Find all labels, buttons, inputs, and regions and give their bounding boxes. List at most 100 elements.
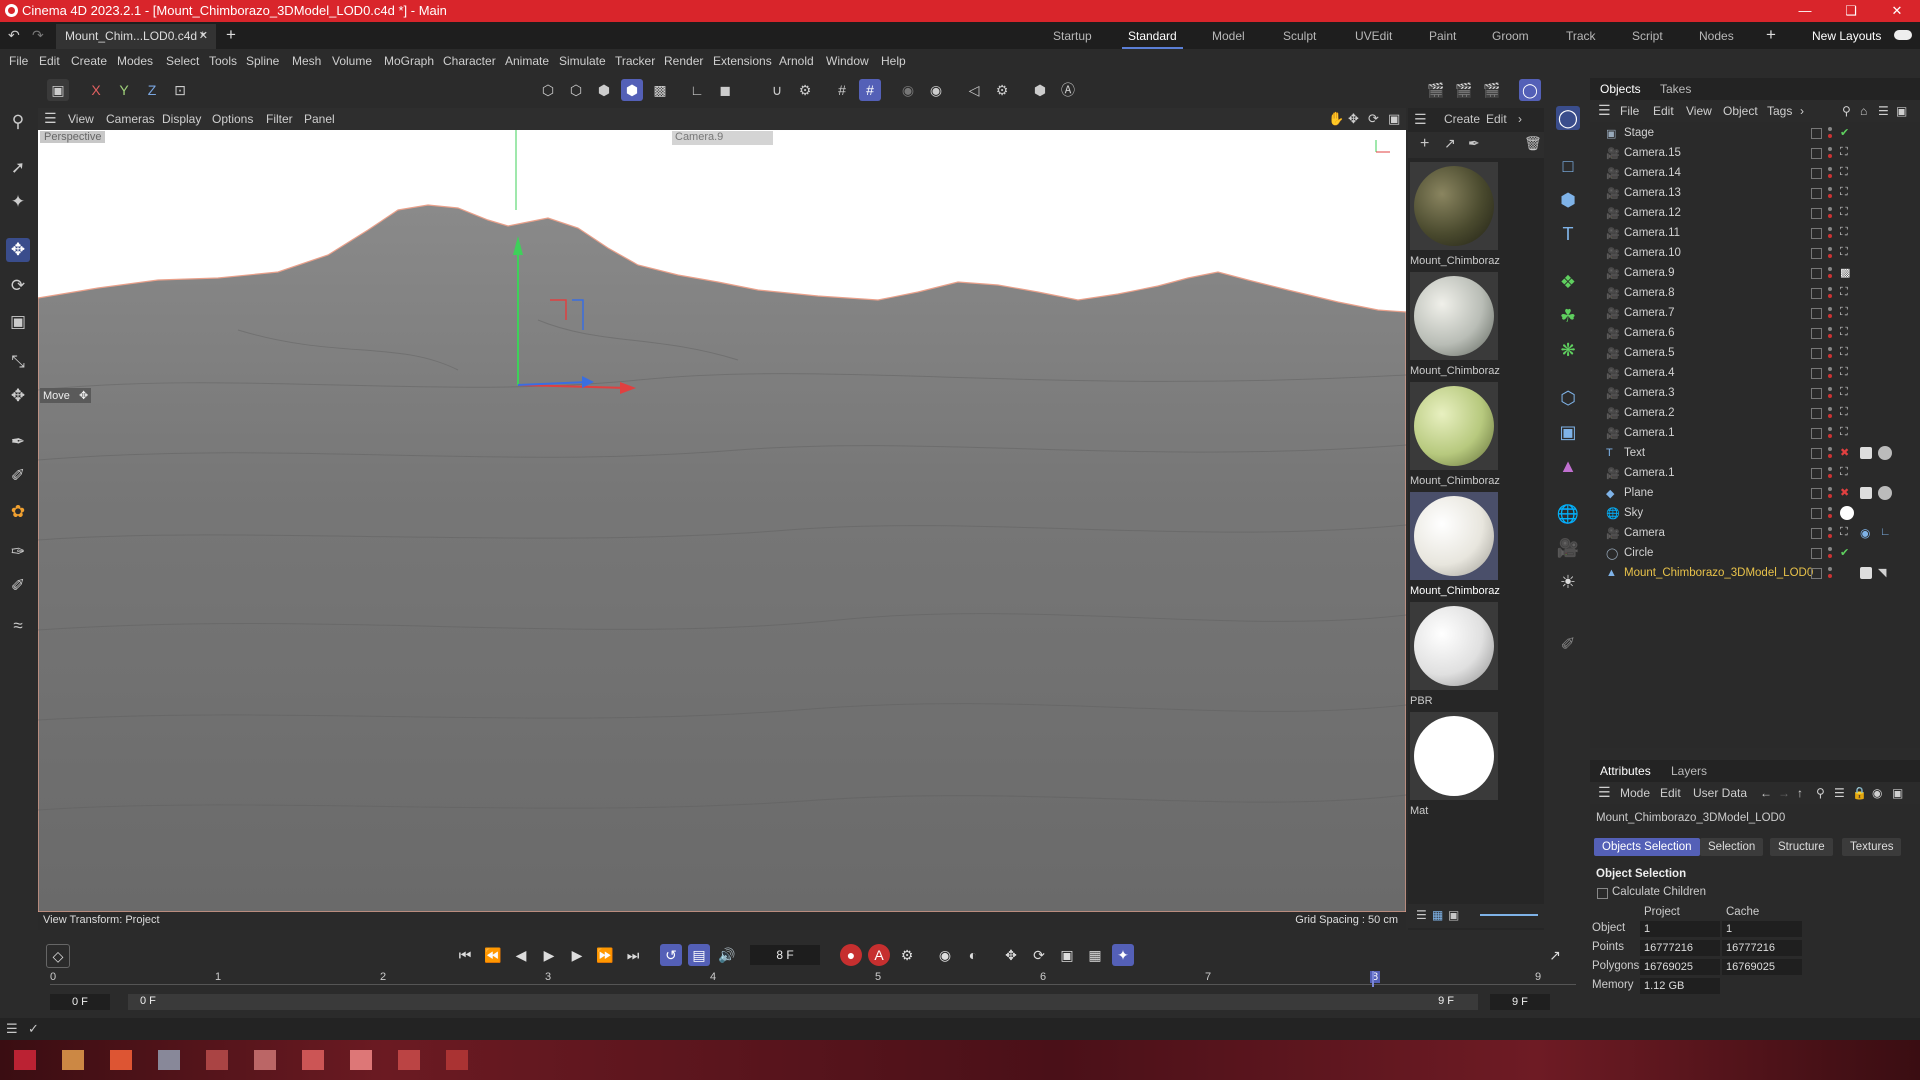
spline-sketch-icon[interactable]: ✐ bbox=[6, 464, 30, 488]
disabled-x-icon[interactable]: ✖ bbox=[1840, 446, 1849, 459]
object-row-camera-2[interactable]: 🎥 Camera.2 ⛶ bbox=[1600, 404, 1918, 424]
large-view-icon[interactable]: ▣ bbox=[1448, 908, 1459, 922]
camera-tag-icon[interactable]: ⛶ bbox=[1840, 346, 1848, 359]
object-hamburger-icon[interactable]: ☰ bbox=[1598, 102, 1611, 119]
object-row-camera-3[interactable]: 🎥 Camera.3 ⛶ bbox=[1600, 384, 1918, 404]
render-dots[interactable] bbox=[1828, 186, 1832, 200]
enabled-check-icon[interactable]: ✔ bbox=[1840, 126, 1849, 139]
camera-tag-icon[interactable]: ⛶ bbox=[1840, 366, 1848, 379]
visibility-toggle[interactable] bbox=[1811, 568, 1822, 579]
key-interpolation-icon[interactable]: ◐ bbox=[962, 944, 984, 966]
material-swatch-4-selected[interactable] bbox=[1410, 492, 1498, 580]
object-row-camera-10[interactable]: 🎥 Camera.10 ⛶ bbox=[1600, 244, 1918, 264]
render-view-icon[interactable]: ⬢ bbox=[1029, 79, 1051, 101]
menu-edit[interactable]: Edit bbox=[39, 54, 60, 68]
light-object-icon[interactable]: ☀ bbox=[1556, 570, 1580, 594]
protection-tag-icon[interactable]: ∟ bbox=[1880, 526, 1891, 538]
menu-modes[interactable]: Modes bbox=[117, 54, 153, 68]
sound-icon[interactable]: 🔊 bbox=[716, 944, 738, 966]
tab-objects[interactable]: Objects bbox=[1600, 82, 1641, 96]
visibility-toggle[interactable] bbox=[1811, 248, 1822, 259]
material-swatch-1[interactable] bbox=[1410, 162, 1498, 250]
visibility-toggle[interactable] bbox=[1811, 428, 1822, 439]
render-dots[interactable] bbox=[1828, 286, 1832, 300]
material-more-icon[interactable]: › bbox=[1518, 112, 1522, 126]
camera-tag-icon[interactable]: ⛶ bbox=[1840, 186, 1848, 199]
visibility-toggle[interactable] bbox=[1811, 488, 1822, 499]
camera-object-icon[interactable]: 🎥 bbox=[1556, 536, 1580, 560]
search-icon[interactable]: ⚲ bbox=[6, 110, 30, 134]
symmetry-icon[interactable]: ◁ bbox=[963, 79, 985, 101]
viewport-menu-filter[interactable]: Filter bbox=[266, 112, 293, 126]
tab-objects-selection[interactable]: Objects Selection bbox=[1594, 838, 1700, 856]
menu-window[interactable]: Window bbox=[826, 54, 869, 68]
attributes-menu-mode[interactable]: Mode bbox=[1620, 786, 1650, 800]
attributes-menu-userdata[interactable]: User Data bbox=[1693, 786, 1747, 800]
render-dots[interactable] bbox=[1828, 386, 1832, 400]
sky-material-tag-icon[interactable] bbox=[1840, 506, 1854, 520]
new-layouts-label[interactable]: New Layouts bbox=[1812, 29, 1881, 43]
render-dots[interactable] bbox=[1828, 366, 1832, 380]
arnold-icon[interactable]: Ⓐ bbox=[1057, 79, 1079, 101]
render-dots[interactable] bbox=[1828, 326, 1832, 340]
record-rotation-icon[interactable]: ⟳ bbox=[1028, 944, 1050, 966]
rotate-tool-icon[interactable]: ⟳ bbox=[6, 274, 30, 298]
close-button[interactable]: ✕ bbox=[1874, 0, 1920, 22]
visibility-toggle[interactable] bbox=[1811, 208, 1822, 219]
new-tab-icon[interactable]: + bbox=[226, 25, 236, 45]
axis-x-button[interactable]: X bbox=[85, 79, 107, 101]
object-row-camera-14[interactable]: 🎥 Camera.14 ⛶ bbox=[1600, 164, 1918, 184]
visibility-toggle[interactable] bbox=[1811, 468, 1822, 479]
record-position-icon[interactable]: ✥ bbox=[1000, 944, 1022, 966]
render-dots[interactable] bbox=[1828, 346, 1832, 360]
layout-tab-script[interactable]: Script bbox=[1632, 29, 1663, 43]
menu-select[interactable]: Select bbox=[166, 54, 199, 68]
render-dots[interactable] bbox=[1828, 466, 1832, 480]
menu-spline[interactable]: Spline bbox=[246, 54, 279, 68]
render-dots[interactable] bbox=[1828, 206, 1832, 220]
magnet-icon[interactable]: ≈ bbox=[6, 614, 30, 638]
object-menu-edit[interactable]: Edit bbox=[1653, 104, 1674, 118]
menu-tools[interactable]: Tools bbox=[209, 54, 237, 68]
record-scale-icon[interactable]: ▣ bbox=[1056, 944, 1078, 966]
minimize-button[interactable]: — bbox=[1782, 0, 1828, 22]
loop-icon[interactable]: ↺ bbox=[660, 944, 682, 966]
object-menu-object[interactable]: Object bbox=[1723, 104, 1758, 118]
viewport-menu-view[interactable]: View bbox=[68, 112, 94, 126]
up-arrow-icon[interactable]: ↑ bbox=[1797, 786, 1803, 800]
preview-range-icon[interactable]: ▤ bbox=[688, 944, 710, 966]
object-row-camera-1b[interactable]: 🎥 Camera.1 ⛶ bbox=[1600, 464, 1918, 484]
menu-file[interactable]: File bbox=[9, 54, 28, 68]
visibility-toggle[interactable] bbox=[1811, 168, 1822, 179]
layout-tab-track[interactable]: Track bbox=[1566, 29, 1596, 43]
camera-tag-icon[interactable]: ⛶ bbox=[1840, 166, 1848, 179]
taskbar-app-icon[interactable] bbox=[302, 1050, 324, 1070]
null-object-icon[interactable]: □ bbox=[1556, 154, 1580, 178]
points-mode-icon[interactable]: ⬡ bbox=[537, 79, 559, 101]
viewport-menu-display[interactable]: Display bbox=[162, 112, 201, 126]
visibility-toggle[interactable] bbox=[1811, 328, 1822, 339]
menu-arnold[interactable]: Arnold bbox=[779, 54, 814, 68]
snap-icon[interactable]: ∪ bbox=[766, 79, 788, 101]
material-tag-icon[interactable] bbox=[1878, 446, 1892, 460]
menu-character[interactable]: Character bbox=[443, 54, 496, 68]
visibility-toggle[interactable] bbox=[1811, 448, 1822, 459]
polygons-mode-icon[interactable]: ⬢ bbox=[593, 79, 615, 101]
menu-render[interactable]: Render bbox=[664, 54, 703, 68]
visibility-toggle[interactable] bbox=[1811, 408, 1822, 419]
add-layout-icon[interactable]: + bbox=[1766, 25, 1776, 45]
viewport-hamburger-icon[interactable]: ☰ bbox=[44, 110, 57, 127]
camera-tag-icon[interactable]: ⛶ bbox=[1840, 386, 1848, 399]
object-search-icon[interactable]: ⚲ bbox=[1842, 104, 1851, 118]
generator-icon[interactable]: ▣ bbox=[1556, 420, 1580, 444]
status-menu-icon[interactable]: ☰ bbox=[6, 1021, 18, 1037]
layout-tab-uvedit[interactable]: UVEdit bbox=[1355, 29, 1392, 43]
render-dots[interactable] bbox=[1828, 426, 1832, 440]
undo-icon[interactable]: ↶ bbox=[8, 27, 20, 44]
object-menu-tags[interactable]: Tags bbox=[1767, 104, 1792, 118]
previous-key-icon[interactable]: ⏪ bbox=[482, 944, 504, 966]
status-check-icon[interactable]: ✓ bbox=[28, 1021, 39, 1037]
attributes-new-window-icon[interactable]: ▣ bbox=[1892, 786, 1903, 800]
autokey-icon[interactable]: A bbox=[868, 944, 890, 966]
render-dots[interactable] bbox=[1828, 506, 1832, 520]
